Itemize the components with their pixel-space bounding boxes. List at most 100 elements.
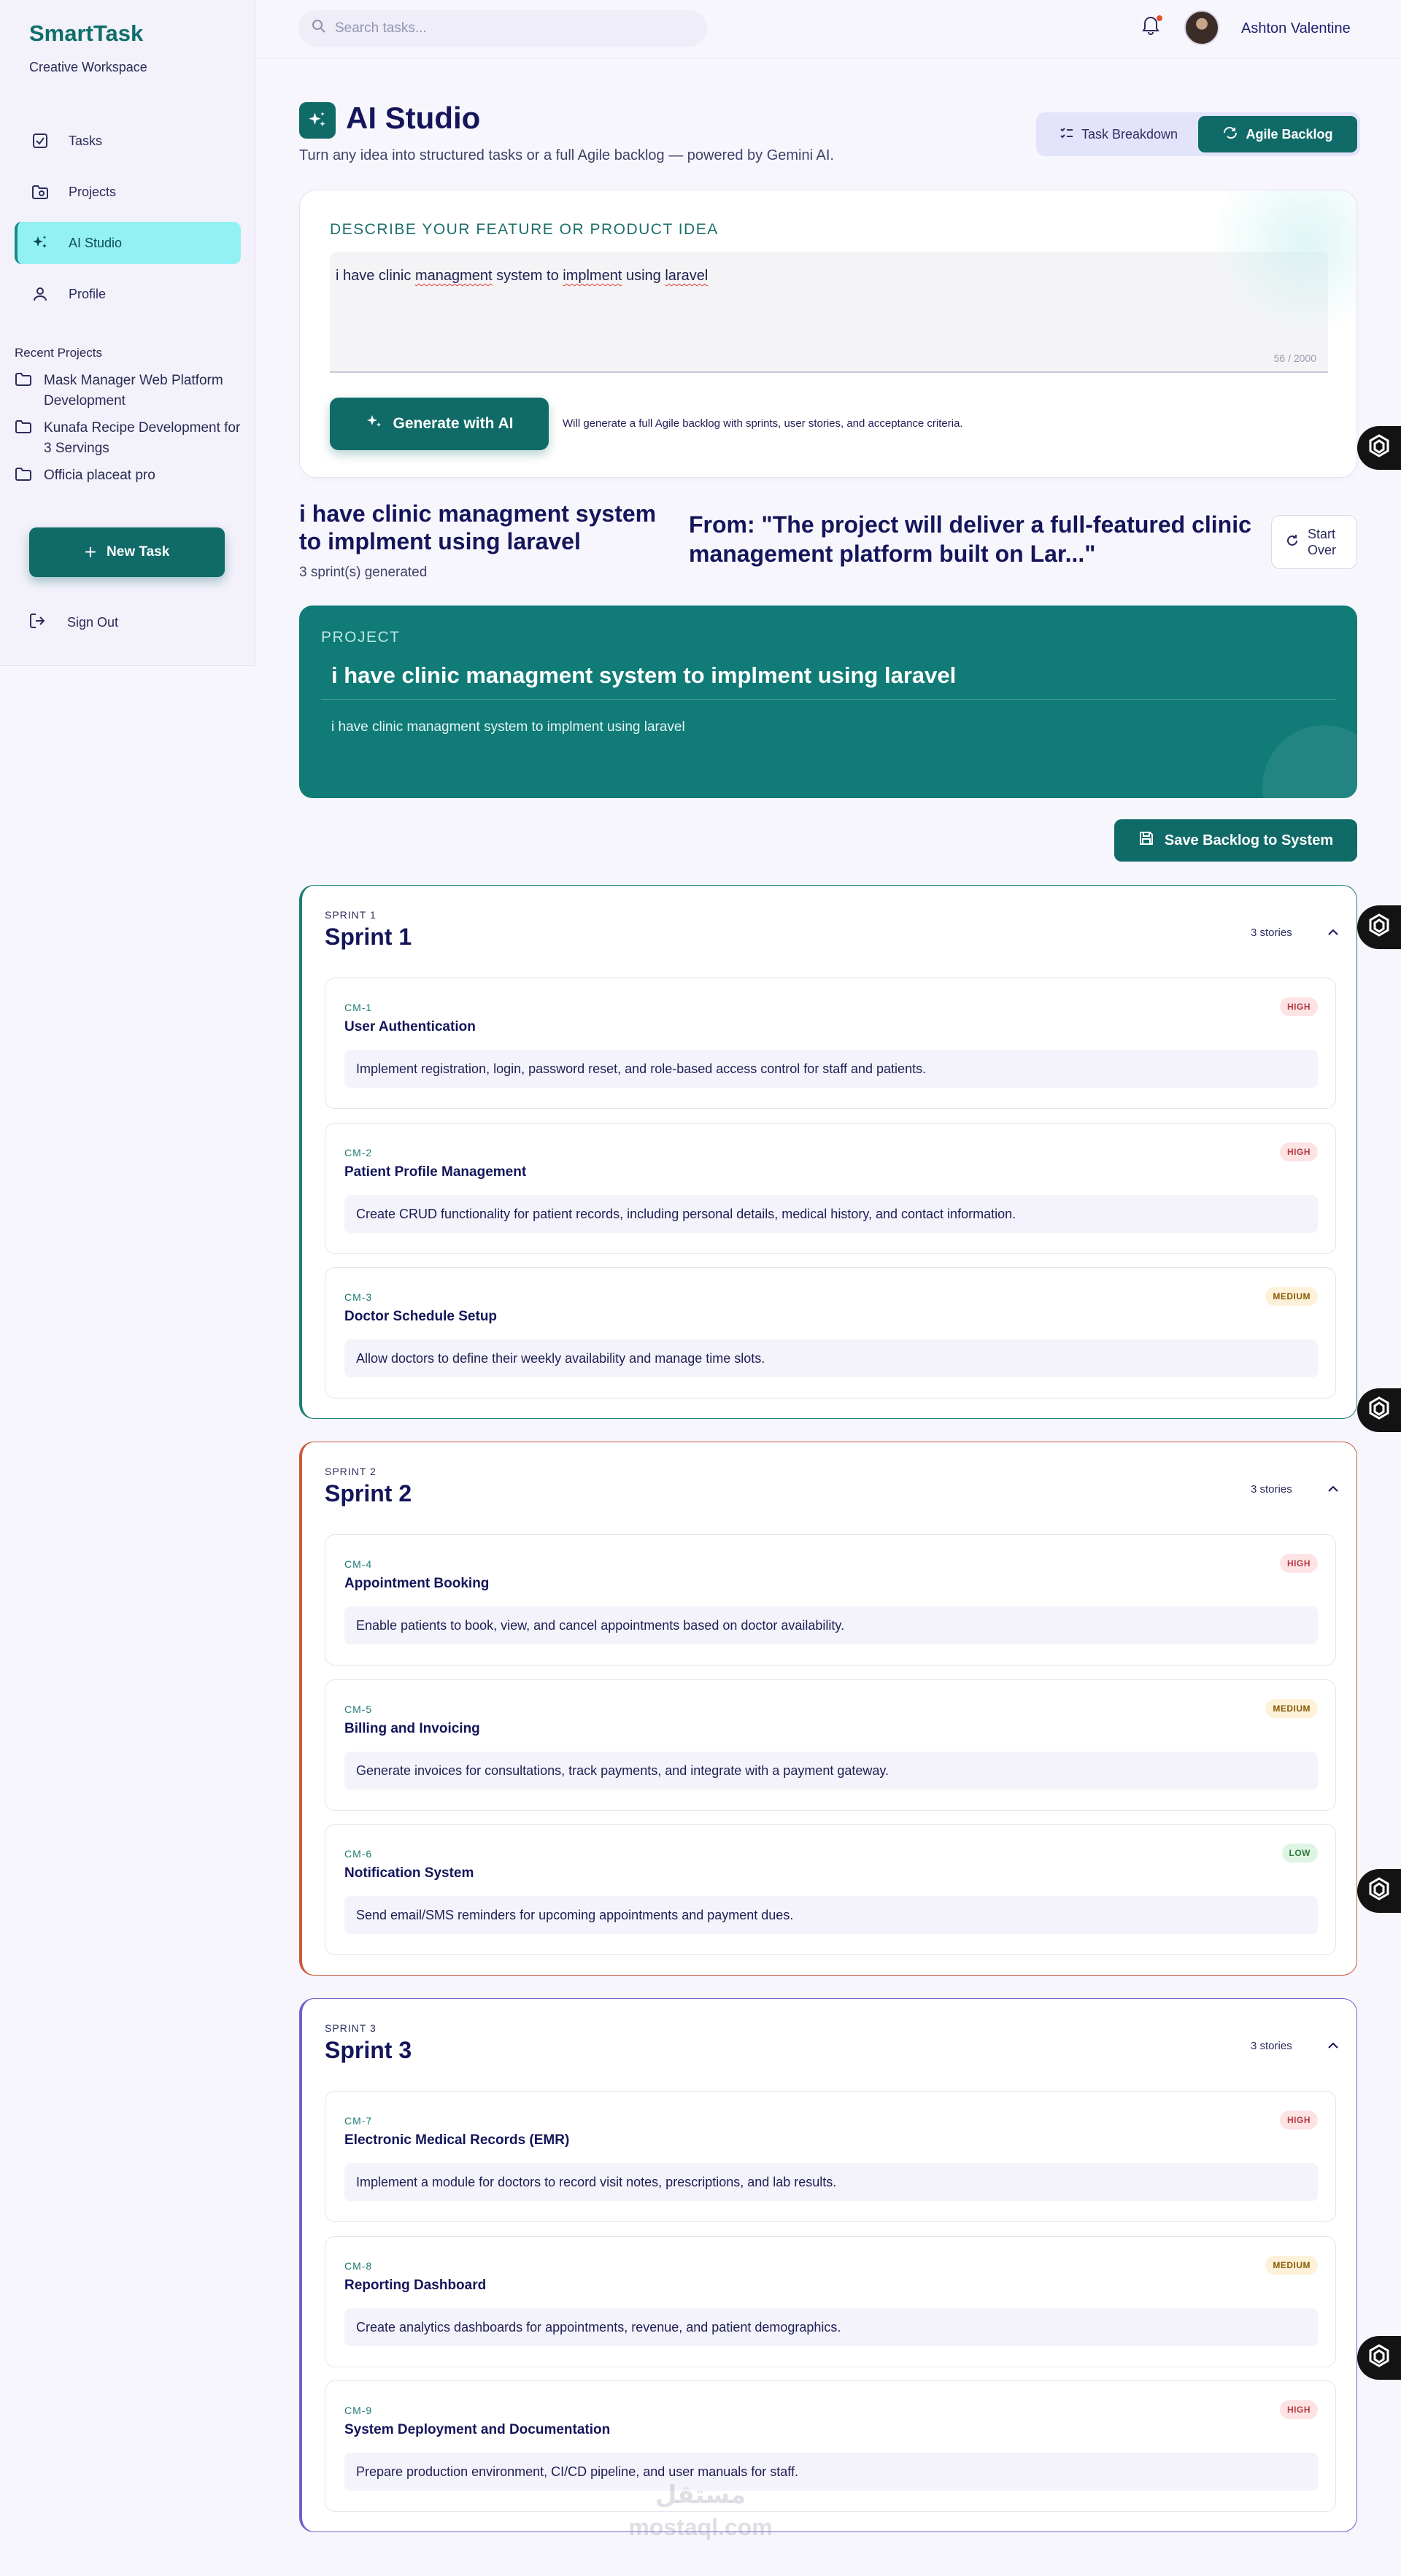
result-title: i have clinic managment system to implme… [299, 500, 657, 554]
story-card[interactable]: CM-4 Appointment Booking HIGH Enable pat… [325, 1534, 1336, 1666]
idea-text-misspelled: managment [414, 268, 493, 284]
story-description: Enable patients to book, view, and cance… [344, 1606, 1318, 1644]
idea-text: system to [492, 268, 563, 284]
avatar[interactable] [1184, 10, 1219, 45]
sprint-kicker: SPRINT 3 [325, 2022, 377, 2034]
story-id: CM-8 [344, 2260, 373, 2272]
sidebar-item-projects[interactable]: Projects [15, 171, 241, 213]
project-name: i have clinic managment system to implme… [331, 662, 957, 688]
user-name[interactable]: Ashton Valentine [1241, 20, 1351, 37]
story-card[interactable]: CM-8 Reporting Dashboard MEDIUM Create a… [325, 2236, 1336, 2367]
story-count: 3 stories [1251, 927, 1292, 939]
generate-with-ai-button[interactable]: Generate with AI [330, 398, 549, 450]
sprint-count: 3 sprint(s) generated [299, 565, 428, 580]
story-id: CM-7 [344, 2115, 373, 2127]
openai-icon [1365, 432, 1394, 465]
sparkles-icon [366, 413, 383, 435]
search-icon [312, 19, 326, 38]
start-over-label: Start Over [1308, 527, 1337, 557]
story-card[interactable]: CM-3 Doctor Schedule Setup MEDIUM Allow … [325, 1267, 1336, 1399]
collapse-button[interactable] [1324, 924, 1343, 943]
story-title: Patient Profile Management [344, 1164, 527, 1180]
openai-icon [1365, 1394, 1394, 1427]
tab-label: Agile Backlog [1246, 126, 1333, 142]
plus-icon: + [84, 541, 97, 563]
bell-icon [1141, 17, 1160, 38]
story-card[interactable]: CM-7 Electronic Medical Records (EMR) HI… [325, 2091, 1336, 2222]
ai-assistant-button[interactable] [1357, 2336, 1401, 2380]
priority-badge: HIGH [1280, 2400, 1318, 2419]
story-title: Notification System [344, 1865, 474, 1881]
idea-text-misspelled: implment [563, 268, 622, 284]
folder-icon [15, 372, 34, 393]
sidebar-item-label: Tasks [69, 133, 103, 148]
recent-project-item[interactable]: Kunafa Recipe Development for 3 Servings [15, 418, 248, 459]
search-bar[interactable] [298, 10, 707, 47]
story-title: Reporting Dashboard [344, 2278, 487, 2293]
ai-assistant-button[interactable] [1357, 1869, 1401, 1913]
story-card[interactable]: CM-1 User Authentication HIGH Implement … [325, 978, 1336, 1109]
sidebar-item-ai-studio[interactable]: AI Studio [15, 222, 241, 264]
collapse-button[interactable] [1324, 1480, 1343, 1499]
save-backlog-label: Save Backlog to System [1164, 832, 1334, 848]
priority-badge: MEDIUM [1265, 2256, 1318, 2275]
priority-badge: HIGH [1280, 997, 1318, 1016]
priority-badge: MEDIUM [1265, 1287, 1318, 1306]
recent-project-item[interactable]: Officia placeat pro [15, 465, 248, 488]
story-count: 3 stories [1251, 2040, 1292, 2052]
story-title: Doctor Schedule Setup [344, 1309, 498, 1324]
search-input[interactable] [335, 20, 685, 36]
story-count: 3 stories [1251, 1483, 1292, 1496]
priority-badge: HIGH [1280, 1554, 1318, 1573]
story-title: Appointment Booking [344, 1576, 490, 1591]
recent-project-item[interactable]: Mask Manager Web Platform Development [15, 371, 248, 411]
sprint-title: Sprint 2 [325, 1480, 412, 1506]
save-backlog-button[interactable]: Save Backlog to System [1114, 819, 1357, 862]
sign-out-button[interactable]: Sign Out [29, 613, 118, 633]
story-description: Allow doctors to define their weekly ava… [344, 1339, 1318, 1377]
story-card[interactable]: CM-6 Notification System LOW Send email/… [325, 1824, 1336, 1955]
openai-icon [1365, 2342, 1394, 2375]
brand-subtitle: Creative Workspace [29, 60, 147, 74]
sidebar-item-label: AI Studio [69, 235, 123, 250]
ai-assistant-button[interactable] [1357, 905, 1401, 949]
story-description: Implement registration, login, password … [344, 1050, 1318, 1088]
tab-task-breakdown[interactable]: Task Breakdown [1039, 116, 1198, 152]
story-card[interactable]: CM-2 Patient Profile Management HIGH Cre… [325, 1123, 1336, 1254]
sidebar-item-tasks[interactable]: Tasks [15, 120, 241, 162]
sidebar-nav: Tasks Projects AI Studio Profile [15, 120, 241, 324]
collapse-button[interactable] [1324, 2037, 1343, 2056]
story-id: CM-1 [344, 1002, 373, 1013]
tab-label: Task Breakdown [1081, 126, 1178, 142]
agile-cycle-icon [1222, 125, 1238, 144]
sprint-kicker: SPRINT 1 [325, 909, 377, 921]
story-description: Generate invoices for consultations, tra… [344, 1752, 1318, 1790]
sign-out-label: Sign Out [67, 615, 119, 630]
task-check-icon [31, 131, 50, 150]
story-id: CM-9 [344, 2405, 373, 2416]
sidebar-item-profile[interactable]: Profile [15, 273, 241, 315]
watermark: مستقل mostaql.com [0, 2480, 1401, 2541]
new-task-button[interactable]: + New Task [29, 527, 225, 577]
start-over-button[interactable]: Start Over [1271, 515, 1357, 569]
mode-switch: Task Breakdown Agile Backlog [1036, 112, 1360, 156]
folder-icon [15, 419, 34, 441]
ai-assistant-button[interactable] [1357, 426, 1401, 470]
brand-name: SmartTask [29, 20, 144, 46]
character-counter: 56 / 2000 [1273, 352, 1316, 364]
divider [321, 699, 1335, 700]
save-icon [1138, 830, 1154, 851]
result-source-summary: From: "The project will deliver a full-f… [689, 511, 1251, 567]
priority-badge: MEDIUM [1265, 1699, 1318, 1718]
notifications-button[interactable] [1141, 15, 1163, 36]
idea-text: using [622, 268, 665, 284]
sparkles-icon [31, 233, 50, 252]
openai-icon [1365, 911, 1394, 944]
tab-agile-backlog[interactable]: Agile Backlog [1198, 116, 1357, 152]
chevron-up-icon [1327, 1483, 1339, 1496]
idea-textarea[interactable]: i have clinic managment system to implme… [330, 252, 1328, 373]
story-card[interactable]: CM-5 Billing and Invoicing MEDIUM Genera… [325, 1679, 1336, 1811]
story-id: CM-5 [344, 1703, 373, 1715]
idea-text: i have clinic [336, 268, 415, 284]
ai-assistant-button[interactable] [1357, 1388, 1401, 1432]
